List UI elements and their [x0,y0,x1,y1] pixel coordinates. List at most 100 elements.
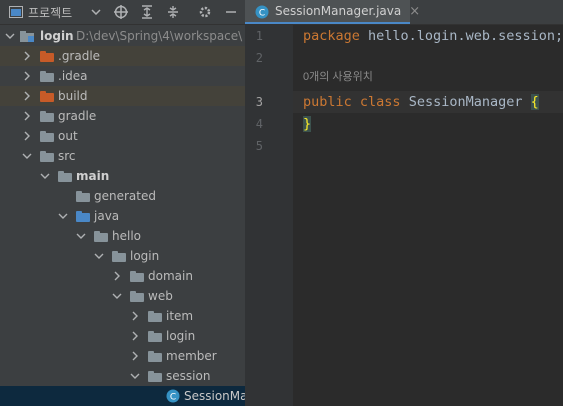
root-path: D:\dev\Spring\4\workspace\ [76,29,243,43]
chevron-down-icon[interactable] [128,366,142,386]
generated-folder-icon [76,191,90,202]
minimize-icon[interactable] [222,0,240,24]
line-number: 5 [255,139,263,153]
chevron-right-icon[interactable] [20,86,34,106]
keyword-package: package [303,28,360,44]
project-view-icon[interactable] [8,0,24,24]
tree-row-idea[interactable]: .idea [0,66,245,86]
tree-row-session[interactable]: session [0,366,245,386]
tree-label: .idea [58,69,88,83]
tree-row-out[interactable]: out [0,126,245,146]
editor-tabbar: C SessionManager.java × [245,0,563,25]
tree-row-main[interactable]: main [0,166,245,186]
project-panel: 프로젝트 login D:\dev\Spring\4\workspace\ .g… [0,0,245,406]
svg-text:C: C [259,9,265,19]
code-line-3: public class SessionManager { [303,91,539,113]
tab-label: SessionManager.java [275,4,402,18]
tree-row-src[interactable]: src [0,146,245,166]
tree-label: SessionManager [184,389,245,403]
line-number: 4 [255,117,263,131]
tree-row-gradle-hidden[interactable]: .gradle [0,46,245,66]
package-icon [148,351,162,362]
package-icon [148,311,162,322]
tree-row-domain[interactable]: domain [0,266,245,286]
chevron-right-icon[interactable] [128,326,142,346]
tree-row-login-pkg[interactable]: login [0,246,245,266]
package-icon [130,291,144,302]
chevron-down-icon[interactable] [110,286,124,306]
keyword-public: public [303,94,352,110]
tree-row-gradle[interactable]: gradle [0,106,245,126]
tree-row-sessionmanager[interactable]: C SessionManager [0,386,245,406]
folder-icon [40,51,54,62]
line-number: 1 [255,29,263,43]
chevron-right-icon[interactable] [20,106,34,126]
tab-sessionmanager[interactable]: C SessionManager.java × [245,0,420,24]
tree-label: hello [112,229,141,243]
chevron-down-icon[interactable] [3,26,17,46]
class-name: SessionManager [408,94,523,110]
line-number: 2 [255,51,263,65]
tree-row-java[interactable]: java [0,206,245,226]
project-view-dropdown[interactable]: 프로젝트 [28,0,88,24]
folder-icon [40,151,54,162]
module-folder-icon [20,29,36,46]
locate-icon[interactable] [112,0,130,24]
tree-label: login [166,329,196,343]
chevron-down-icon[interactable] [56,206,70,226]
chevron-right-icon[interactable] [20,46,34,66]
tree-label: generated [94,189,156,203]
tree-label: member [166,349,217,363]
project-toolbar: 프로젝트 [0,0,245,25]
line-gutter: 1 2 3 4 5 [245,25,293,406]
package-icon [148,331,162,342]
chevron-down-icon[interactable] [74,226,88,246]
tree-row-login-web[interactable]: login [0,326,245,346]
tree-row-web[interactable]: web [0,286,245,306]
folder-icon [40,111,54,122]
chevron-right-icon[interactable] [20,126,34,146]
package-icon [112,251,126,262]
tree-label: login [130,249,160,263]
chevron-down-icon[interactable] [20,146,34,166]
svg-text:C: C [170,393,176,403]
keyword-class: class [359,94,401,110]
close-brace: } [303,116,312,132]
tree-label: domain [148,269,193,283]
java-class-icon: C [166,389,180,406]
tree-label: java [94,209,120,223]
project-view-label: 프로젝트 [28,5,73,20]
tree-label: out [58,129,78,143]
folder-icon [40,131,54,142]
folder-icon [40,71,54,82]
tree-row-item[interactable]: item [0,306,245,326]
source-folder-icon [58,171,72,182]
chevron-right-icon[interactable] [110,266,124,286]
tree-row-generated[interactable]: generated [0,186,245,206]
tree-label: session [166,369,211,383]
close-icon[interactable]: × [409,4,420,19]
gear-icon[interactable] [196,0,214,24]
chevron-right-icon[interactable] [20,66,34,86]
chevron-right-icon[interactable] [128,346,142,366]
tree-row-build[interactable]: build [0,86,245,106]
java-class-icon: C [255,4,269,19]
tree-label: web [148,289,173,303]
collapse-all-icon[interactable] [164,0,182,24]
chevron-right-icon[interactable] [128,306,142,326]
tree-label: build [58,89,88,103]
tree-label: gradle [58,109,97,123]
line-number: 3 [255,95,263,109]
usage-hint[interactable]: 0개의 사용위치 [303,69,373,85]
source-root-folder-icon [76,211,90,222]
chevron-down-icon[interactable] [92,246,106,266]
chevron-down-icon[interactable] [88,0,104,24]
tree-row-root[interactable]: login D:\dev\Spring\4\workspace\ [0,26,245,46]
package-icon [148,371,162,382]
tree-row-member[interactable]: member [0,346,245,366]
chevron-down-icon[interactable] [38,166,52,186]
folder-icon [40,91,54,102]
tree-row-hello[interactable]: hello [0,226,245,246]
expand-all-icon[interactable] [138,0,156,24]
code-line-4: } [303,113,312,135]
